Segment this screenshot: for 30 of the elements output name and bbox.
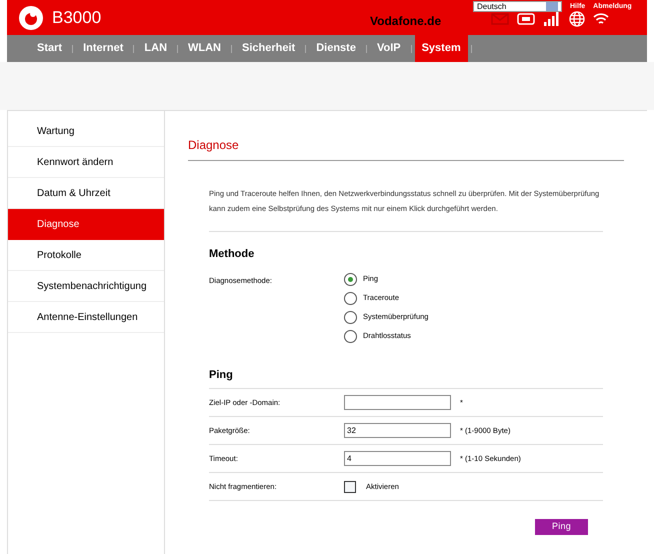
- nav-tab[interactable]: VoIP: [370, 35, 408, 62]
- input-field[interactable]: 32: [344, 423, 451, 438]
- site-name: Vodafone.de: [370, 13, 442, 30]
- nav-tab[interactable]: Internet: [76, 35, 130, 62]
- radio-button[interactable]: [344, 310, 357, 324]
- nav-tab[interactable]: System: [414, 35, 468, 62]
- nav-tab[interactable]: Dienste: [309, 35, 363, 62]
- nav-tab[interactable]: Start: [30, 35, 70, 62]
- signal-icon: [543, 12, 561, 26]
- page-title: Diagnose: [188, 136, 624, 161]
- radio-button[interactable]: [344, 330, 357, 342]
- globe-icon: [569, 11, 585, 27]
- radio-button[interactable]: [344, 292, 357, 304]
- ping-button[interactable]: Ping: [535, 519, 588, 535]
- checkbox[interactable]: [344, 480, 356, 492]
- nav-tab[interactable]: Sicherheit: [235, 35, 302, 62]
- language-select[interactable]: Deutsch: [473, 1, 562, 12]
- input-field[interactable]: 4: [344, 451, 451, 466]
- sidebar-item[interactable]: Diagnose: [8, 209, 164, 240]
- product-name: B3000: [52, 6, 102, 29]
- section-heading: Ping: [209, 366, 603, 389]
- radio-button[interactable]: [344, 272, 357, 286]
- usb-icon: [517, 13, 535, 25]
- input-field[interactable]: [344, 395, 451, 410]
- envelope-icon: [491, 13, 509, 25]
- wifi-icon: [593, 12, 609, 26]
- section-heading: Methode: [209, 247, 256, 262]
- logo-icon: [18, 4, 44, 30]
- nav-tab[interactable]: WLAN: [181, 35, 228, 62]
- nav-tab[interactable]: LAN: [137, 35, 174, 62]
